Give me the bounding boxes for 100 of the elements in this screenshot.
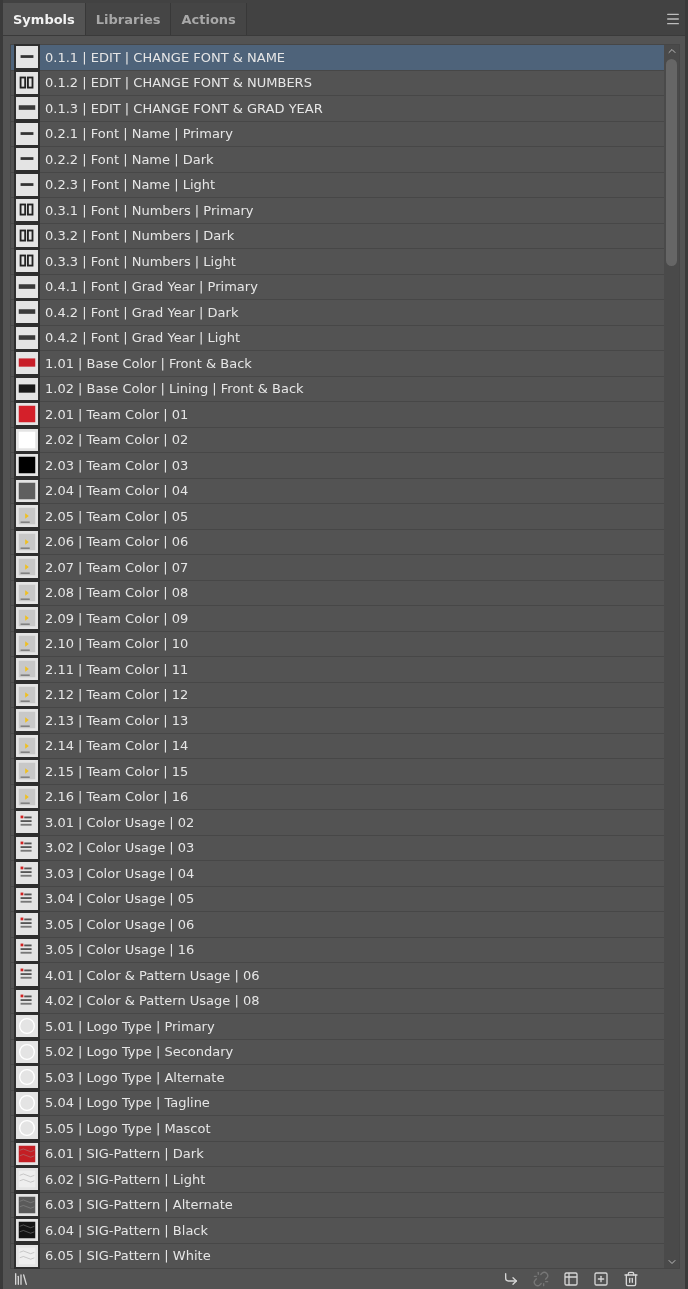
scrollbar-thumb[interactable] [666,59,677,266]
symbol-thumbnail [16,71,38,94]
symbol-name: 0.3.1 | Font | Numbers | Primary [45,202,254,218]
symbol-row[interactable]: 2.16 | Team Color | 16 [11,784,664,810]
symbol-row[interactable]: 0.2.2 | Font | Name | Dark [11,147,664,173]
symbol-thumbnail [16,658,38,681]
symbol-row[interactable]: 0.1.2 | EDIT | CHANGE FONT & NUMBERS [11,70,664,96]
place-instance-icon[interactable] [503,1271,519,1287]
symbol-row[interactable]: 2.11 | Team Color | 11 [11,657,664,683]
symbol-thumbnail [16,811,38,834]
symbol-row[interactable]: 0.4.1 | Font | Grad Year | Primary [11,274,664,300]
symbol-name: 3.02 | Color Usage | 03 [45,840,195,856]
symbol-name: 2.03 | Team Color | 03 [45,457,189,473]
symbol-name: 2.16 | Team Color | 16 [45,789,189,805]
symbol-thumbnail [16,275,38,298]
symbol-name: 3.03 | Color Usage | 04 [45,865,195,881]
symbol-name: 2.01 | Team Color | 01 [45,406,189,422]
delete-icon[interactable] [623,1271,639,1287]
symbol-thumbnail [16,224,38,247]
symbol-row[interactable]: 4.01 | Color & Pattern Usage | 06 [11,963,664,989]
symbol-thumbnail [16,46,38,69]
symbol-name: 2.06 | Team Color | 06 [45,534,189,550]
symbol-name: 0.4.1 | Font | Grad Year | Primary [45,279,258,295]
panel-tab[interactable]: Symbols [3,3,86,35]
symbol-row[interactable]: 5.05 | Logo Type | Mascot [11,1116,664,1142]
symbol-row[interactable]: 0.1.3 | EDIT | CHANGE FONT & GRAD YEAR [11,96,664,122]
symbol-row[interactable]: 3.01 | Color Usage | 02 [11,810,664,836]
symbol-row[interactable]: 2.09 | Team Color | 09 [11,606,664,632]
symbol-thumbnail [16,122,38,145]
symbol-row[interactable]: 2.06 | Team Color | 06 [11,529,664,555]
symbol-row[interactable]: 2.12 | Team Color | 12 [11,682,664,708]
symbol-thumbnail [16,326,38,349]
symbol-row[interactable]: 3.04 | Color Usage | 05 [11,886,664,912]
symbol-row[interactable]: 0.3.2 | Font | Numbers | Dark [11,223,664,249]
symbol-row[interactable]: 6.04 | SIG-Pattern | Black [11,1218,664,1244]
symbol-row[interactable]: 0.3.1 | Font | Numbers | Primary [11,198,664,224]
symbol-name: 2.02 | Team Color | 02 [45,432,189,448]
symbol-thumbnail [16,1040,38,1063]
symbol-name: 4.01 | Color & Pattern Usage | 06 [45,967,260,983]
symbol-thumbnail [16,1193,38,1216]
symbol-row[interactable]: 2.07 | Team Color | 07 [11,555,664,581]
symbol-row[interactable]: 1.01 | Base Color | Front & Back [11,351,664,377]
symbol-row[interactable]: 1.02 | Base Color | Lining | Front & Back [11,376,664,402]
symbol-row[interactable]: 2.05 | Team Color | 05 [11,504,664,530]
symbol-row[interactable]: 2.14 | Team Color | 14 [11,733,664,759]
symbol-thumbnail [16,836,38,859]
symbol-row[interactable]: 5.02 | Logo Type | Secondary [11,1039,664,1065]
symbol-thumbnail [16,581,38,604]
symbol-row[interactable]: 5.01 | Logo Type | Primary [11,1014,664,1040]
symbol-thumbnail [16,607,38,630]
symbol-row[interactable]: 2.04 | Team Color | 04 [11,478,664,504]
symbol-thumbnail [16,199,38,222]
symbol-name: 2.13 | Team Color | 13 [45,712,189,728]
symbol-thumbnail [16,352,38,375]
symbol-thumbnail [16,709,38,732]
symbol-row[interactable]: 4.02 | Color & Pattern Usage | 08 [11,988,664,1014]
symbol-row[interactable]: 5.03 | Logo Type | Alternate [11,1065,664,1091]
symbol-thumbnail [16,250,38,273]
symbol-row[interactable]: 2.13 | Team Color | 13 [11,708,664,734]
symbol-thumbnail [16,1066,38,1089]
menu-icon[interactable] [665,11,681,27]
symbol-name: 6.02 | SIG-Pattern | Light [45,1171,206,1187]
symbol-row[interactable]: 0.4.2 | Font | Grad Year | Dark [11,300,664,326]
symbol-name: 0.3.3 | Font | Numbers | Light [45,253,236,269]
symbol-row[interactable]: 2.10 | Team Color | 10 [11,631,664,657]
symbol-row[interactable]: 2.15 | Team Color | 15 [11,759,664,785]
symbol-row[interactable]: 0.1.1 | EDIT | CHANGE FONT & NAME [11,45,664,71]
library-icon[interactable] [13,1271,29,1287]
symbol-row[interactable]: 6.03 | SIG-Pattern | Alternate [11,1192,664,1218]
symbol-thumbnail [16,148,38,171]
symbol-name: 3.01 | Color Usage | 02 [45,814,195,830]
symbol-row[interactable]: 2.02 | Team Color | 02 [11,427,664,453]
symbol-row[interactable]: 0.2.1 | Font | Name | Primary [11,121,664,147]
symbol-thumbnail [16,97,38,120]
symbol-name: 6.04 | SIG-Pattern | Black [45,1222,209,1238]
symbol-row[interactable]: 5.04 | Logo Type | Tagline [11,1090,664,1116]
symbol-row[interactable]: 0.3.3 | Font | Numbers | Light [11,249,664,275]
symbol-thumbnail [16,530,38,553]
symbol-row[interactable]: 3.05 | Color Usage | 16 [11,937,664,963]
symbol-row[interactable]: 2.03 | Team Color | 03 [11,453,664,479]
symbol-thumbnail [16,632,38,655]
symbol-row[interactable]: 3.05 | Color Usage | 06 [11,912,664,938]
symbol-row[interactable]: 0.4.2 | Font | Grad Year | Light [11,325,664,351]
symbol-name: 6.03 | SIG-Pattern | Alternate [45,1197,233,1213]
symbol-row[interactable]: 6.02 | SIG-Pattern | Light [11,1167,664,1193]
symbol-row[interactable]: 3.03 | Color Usage | 04 [11,861,664,887]
symbol-row[interactable]: 0.2.3 | Font | Name | Light [11,172,664,198]
symbol-row[interactable]: 6.01 | SIG-Pattern | Dark [11,1141,664,1167]
symbol-name: 5.04 | Logo Type | Tagline [45,1095,210,1111]
symbol-row[interactable]: 2.08 | Team Color | 08 [11,580,664,606]
new-symbol-icon[interactable] [593,1271,609,1287]
symbol-name: 0.2.3 | Font | Name | Light [45,177,216,193]
symbol-name: 3.05 | Color Usage | 16 [45,942,195,958]
symbol-name: 0.4.2 | Font | Grad Year | Light [45,330,241,346]
symbol-thumbnail [16,1168,38,1191]
symbol-thumbnail [16,479,38,502]
symbol-row[interactable]: 3.02 | Color Usage | 03 [11,835,664,861]
symbol-thumbnail [16,556,38,579]
symbol-row[interactable]: 2.01 | Team Color | 01 [11,402,664,428]
symbol-options-icon[interactable] [563,1271,579,1287]
